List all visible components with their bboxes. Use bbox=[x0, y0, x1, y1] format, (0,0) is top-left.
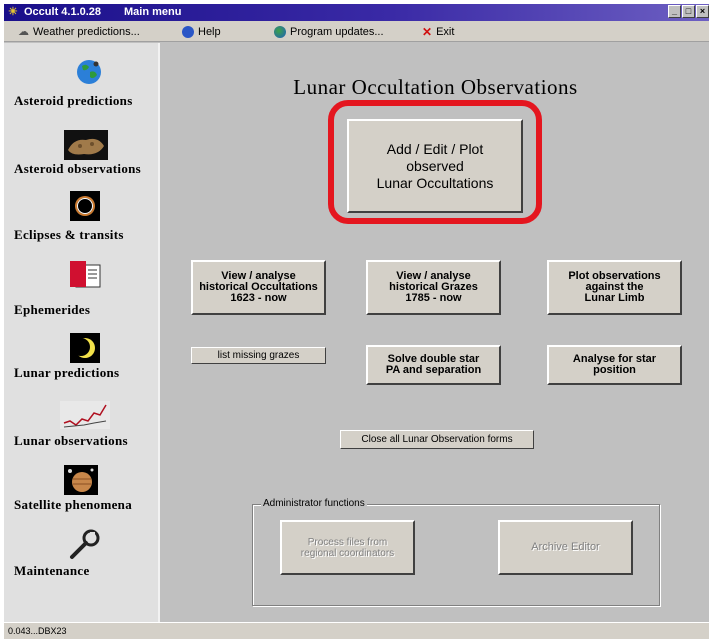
maximize-button[interactable]: □ bbox=[682, 5, 695, 18]
sidebar-item-ephemerides[interactable]: Ephemerides bbox=[4, 247, 160, 323]
view-historical-occultations-button[interactable]: View / analyse historical Occultations 1… bbox=[191, 260, 326, 315]
sidebar-label-asteroid-observations: Asteroid observations bbox=[14, 161, 142, 176]
moon-icon bbox=[70, 333, 100, 363]
window-title: Occult 4.1.0.28 bbox=[24, 6, 102, 18]
plot-against-limb-button[interactable]: Plot observations against the Lunar Limb bbox=[547, 260, 682, 315]
wrench-icon bbox=[70, 529, 100, 559]
menu-updates-label: Program updates... bbox=[290, 25, 384, 38]
menu-program-updates[interactable]: Program updates... bbox=[274, 24, 384, 39]
book-icon bbox=[70, 261, 101, 288]
minimize-button[interactable]: _ bbox=[668, 5, 681, 18]
sidebar-label-satellite-phenomena: Satellite phenomena bbox=[14, 497, 133, 512]
sidebar-item-satellite-phenomena[interactable]: Satellite phenomena bbox=[4, 461, 160, 527]
eclipse-icon bbox=[70, 191, 100, 221]
sidebar-label-lunar-predictions: Lunar predictions bbox=[14, 365, 120, 380]
status-bar: 0.043...DBX23 bbox=[4, 622, 709, 639]
status-text: 0.043...DBX23 bbox=[8, 626, 67, 636]
app-logo-icon: ☀ bbox=[8, 6, 18, 18]
sidebar-item-asteroid-observations[interactable]: Asteroid observations bbox=[4, 113, 160, 181]
close-all-forms-button[interactable]: Close all Lunar Observation forms bbox=[340, 430, 534, 449]
sidebar-item-lunar-predictions[interactable]: Lunar predictions bbox=[4, 323, 160, 393]
exit-icon: ✕ bbox=[422, 24, 433, 39]
sidebar-label-eclipses-transits: Eclipses & transits bbox=[14, 227, 124, 242]
sidebar-item-lunar-observations[interactable]: Lunar observations bbox=[4, 393, 160, 461]
sidebar-item-asteroid-predictions[interactable]: Asteroid predictions bbox=[4, 43, 160, 113]
app-window: ☀ Occult 4.1.0.28 Main menu _ □ × ☁ Weat… bbox=[4, 4, 709, 639]
sidebar: Asteroid predictions Asteroid observatio… bbox=[4, 43, 160, 622]
menu-weather-predictions[interactable]: ☁ Weather predictions... bbox=[18, 24, 140, 39]
globe-icon bbox=[274, 25, 286, 38]
window-controls: _ □ × bbox=[668, 5, 709, 18]
title-bar[interactable]: ☀ Occult 4.1.0.28 Main menu _ □ × bbox=[4, 4, 709, 21]
sidebar-item-eclipses-transits[interactable]: Eclipses & transits bbox=[4, 181, 160, 247]
view-historical-grazes-button[interactable]: View / analyse historical Grazes 1785 - … bbox=[366, 260, 501, 315]
sidebar-label-asteroid-predictions: Asteroid predictions bbox=[14, 93, 133, 108]
help-icon bbox=[182, 25, 194, 38]
page-title: Lunar Occultation Observations bbox=[293, 75, 578, 99]
sidebar-label-maintenance: Maintenance bbox=[14, 563, 90, 578]
main-panel: Lunar Occultation Observations Add / Edi… bbox=[162, 43, 709, 622]
analyse-star-position-button[interactable]: Analyse for star position bbox=[547, 345, 682, 385]
process-files-button[interactable]: Process files from regional coordinators bbox=[280, 520, 415, 575]
archive-editor-button[interactable]: Archive Editor bbox=[498, 520, 633, 575]
window-subtitle: Main menu bbox=[124, 6, 182, 18]
menu-exit-label: Exit bbox=[436, 25, 455, 38]
close-button[interactable]: × bbox=[696, 5, 709, 18]
sidebar-label-ephemerides: Ephemerides bbox=[14, 302, 91, 317]
menu-help[interactable]: Help bbox=[182, 24, 221, 39]
asteroid-icon bbox=[64, 130, 108, 160]
menu-bar: ☁ Weather predictions... Help Program up… bbox=[4, 21, 709, 42]
graph-icon bbox=[60, 401, 110, 429]
menu-exit[interactable]: ✕ Exit bbox=[422, 24, 454, 39]
menu-help-label: Help bbox=[198, 25, 221, 38]
add-edit-plot-occultations-button[interactable]: Add / Edit / Plot observed Lunar Occulta… bbox=[347, 119, 523, 213]
list-missing-grazes-button[interactable]: list missing grazes bbox=[191, 347, 326, 364]
sidebar-label-lunar-observations: Lunar observations bbox=[14, 433, 128, 448]
weather-icon: ☁ bbox=[18, 26, 29, 38]
jupiter-icon bbox=[64, 465, 98, 495]
earth-icon bbox=[77, 60, 101, 84]
menu-weather-label: Weather predictions... bbox=[33, 25, 140, 38]
admin-functions-label: Administrator functions bbox=[261, 498, 367, 509]
solve-double-star-button[interactable]: Solve double star PA and separation bbox=[366, 345, 501, 385]
sidebar-item-maintenance[interactable]: Maintenance bbox=[4, 527, 160, 597]
